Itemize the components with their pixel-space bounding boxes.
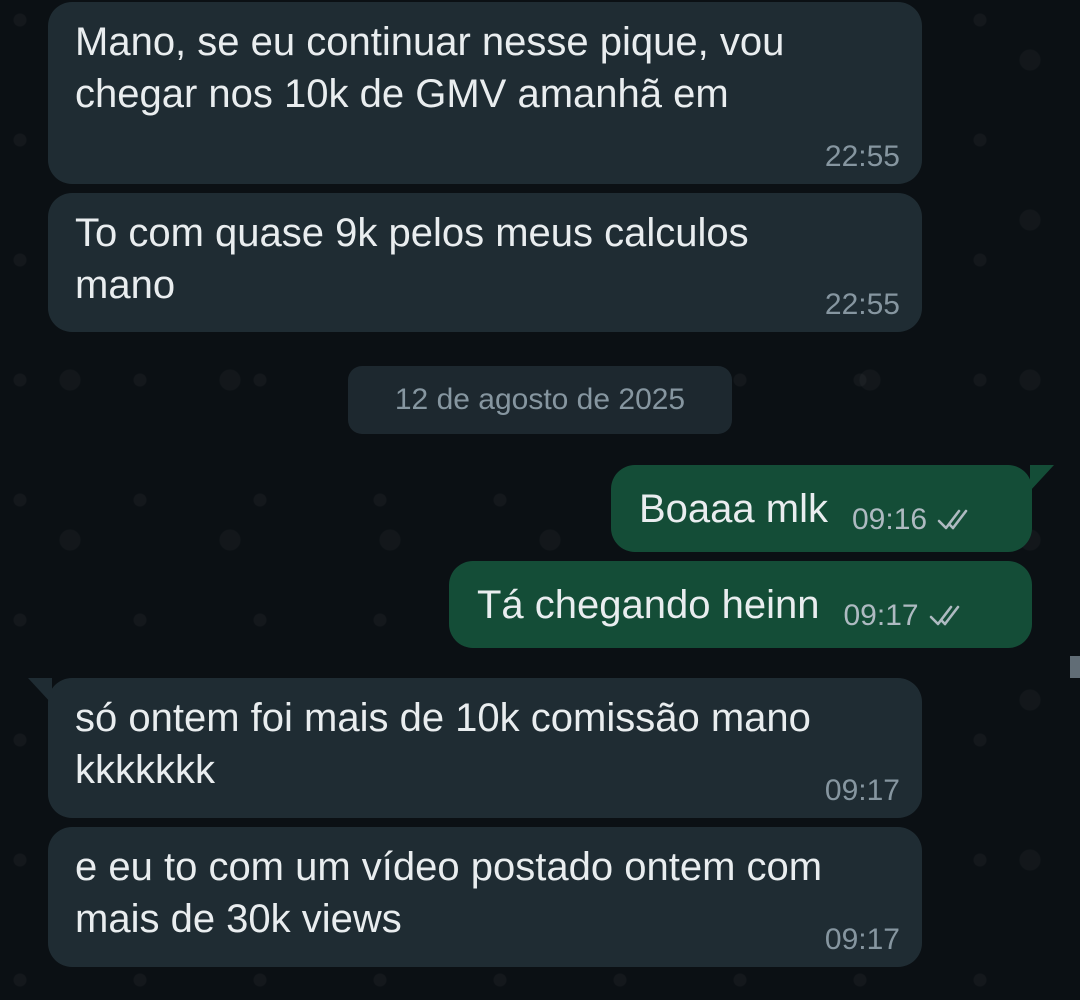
message-timestamp: 09:16 bbox=[851, 502, 928, 536]
incoming-message[interactable]: Mano, se eu continuar nesse pique, vou c… bbox=[48, 2, 922, 184]
chat-view[interactable]: Mano, se eu continuar nesse pique, vou c… bbox=[0, 0, 1080, 1000]
double-check-icon bbox=[929, 605, 959, 625]
date-separator: 12 de agosto de 2025 bbox=[348, 366, 732, 434]
outgoing-message[interactable]: Boaaa mlk 09:16 bbox=[611, 465, 1054, 552]
message-text: e eu to com um vídeo postado ontem com m… bbox=[75, 845, 823, 941]
message-text: Mano, se eu continuar nesse pique, vou c… bbox=[75, 20, 785, 116]
message-text: Boaaa mlk bbox=[639, 486, 828, 531]
message-timestamp: 09:17 bbox=[824, 923, 900, 956]
message-text: Tá chegando heinn bbox=[477, 582, 820, 627]
message-timestamp: 22:55 bbox=[824, 140, 900, 173]
incoming-message[interactable]: só ontem foi mais de 10k comissão mano k… bbox=[28, 678, 922, 818]
message-text: só ontem foi mais de 10k comissão mano k… bbox=[75, 696, 811, 792]
scrollbar[interactable] bbox=[1070, 656, 1080, 678]
double-check-icon bbox=[937, 509, 968, 529]
message-timestamp: 22:55 bbox=[824, 288, 900, 321]
outgoing-message[interactable]: Tá chegando heinn 09:17 bbox=[449, 561, 1032, 648]
incoming-message[interactable]: To com quase 9k pelos meus calculos mano… bbox=[48, 193, 922, 332]
incoming-message[interactable]: e eu to com um vídeo postado ontem com m… bbox=[48, 827, 922, 967]
message-timestamp: 09:17 bbox=[824, 774, 900, 807]
message-text: To com quase 9k pelos meus calculos mano bbox=[75, 211, 749, 307]
message-timestamp: 09:17 bbox=[843, 598, 919, 632]
